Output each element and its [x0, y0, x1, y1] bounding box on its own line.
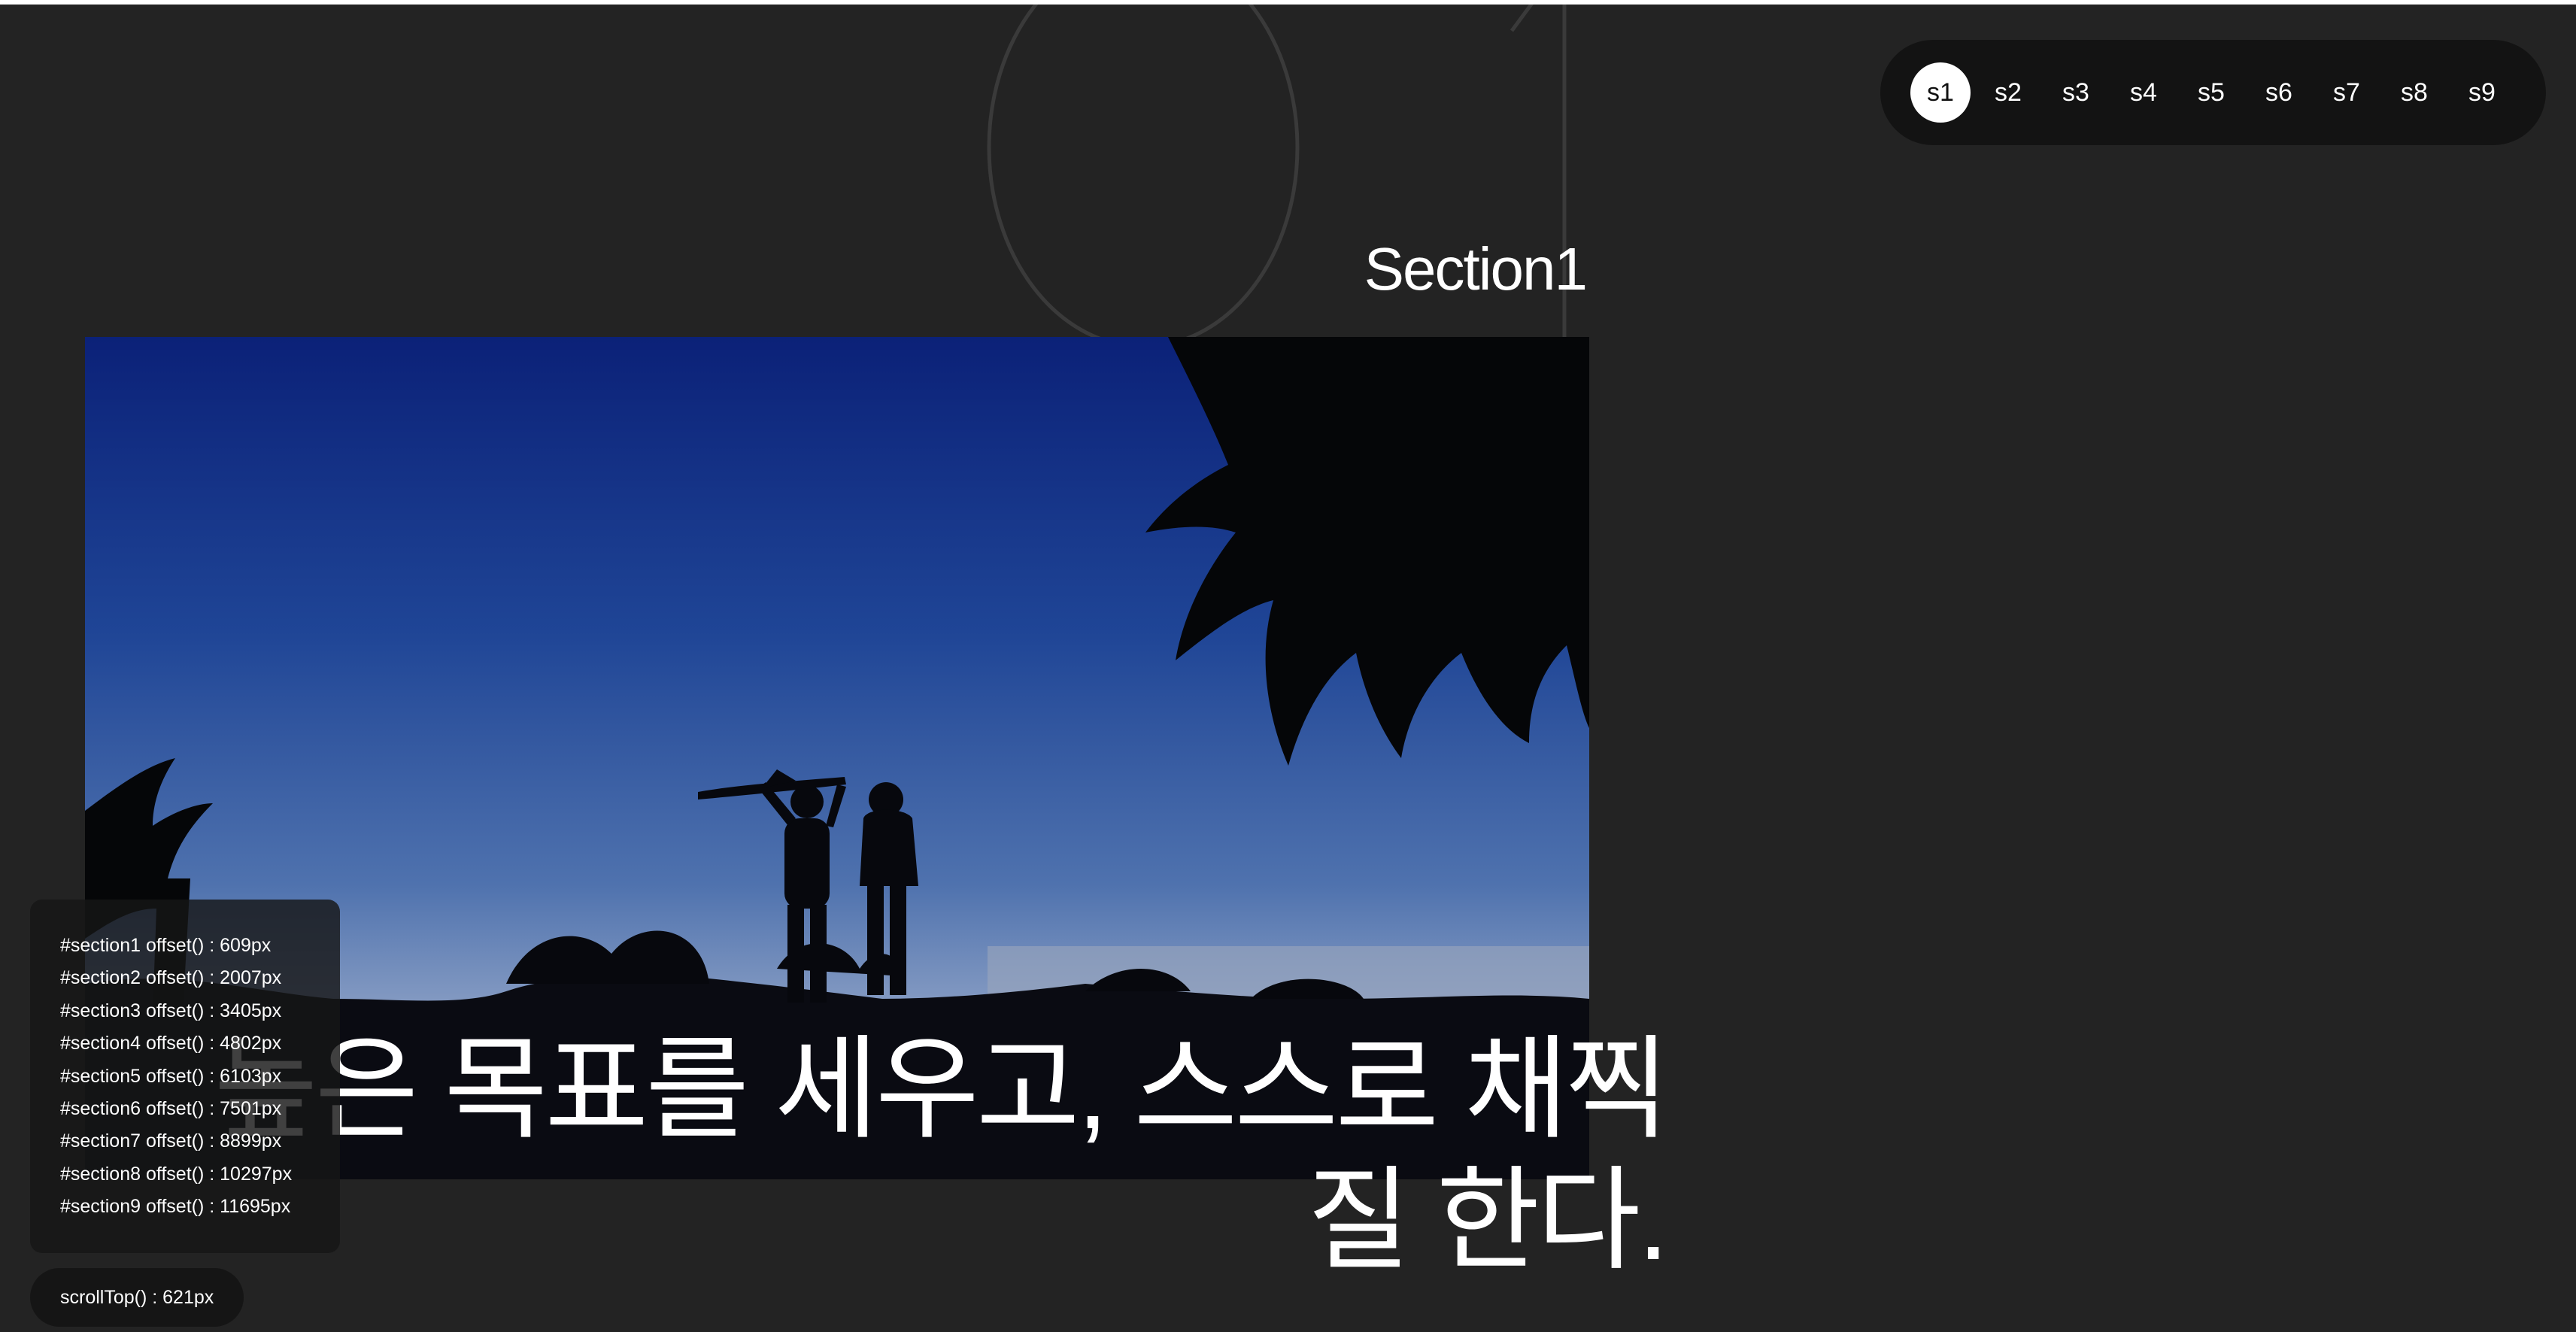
nav-item-s3[interactable]: s3 — [2046, 62, 2106, 123]
section-headline: 높은 목표를 세우고, 스스로 채찍질 한다. — [214, 1026, 1669, 1283]
offset-row-section6: #section6 offset() : 7501px — [60, 1098, 282, 1120]
offset-row-section1: #section1 offset() : 609px — [60, 935, 272, 956]
scroll-top-indicator: scrollTop() : 621px — [30, 1268, 244, 1327]
offset-info-panel: #section1 offset() : 609px #section2 off… — [30, 900, 340, 1253]
nav-item-s5[interactable]: s5 — [2181, 62, 2241, 123]
offset-row-section4: #section4 offset() : 4802px — [60, 1033, 282, 1054]
nav-item-s4[interactable]: s4 — [2113, 62, 2174, 123]
offset-row-section8: #section8 offset() : 10297px — [60, 1163, 293, 1185]
background-numeral-graphic — [987, 5, 1567, 366]
offset-row-section2: #section2 offset() : 2007px — [60, 967, 282, 989]
nav-item-s1[interactable]: s1 — [1910, 62, 1971, 123]
offset-row-section5: #section5 offset() : 6103px — [60, 1065, 282, 1087]
nav-item-s6[interactable]: s6 — [2249, 62, 2309, 123]
section-title: Section1 — [1364, 235, 1588, 302]
nav-item-s9[interactable]: s9 — [2452, 62, 2512, 123]
nav-item-s7[interactable]: s7 — [2317, 62, 2377, 123]
offset-row-section3: #section3 offset() : 3405px — [60, 1000, 282, 1021]
page: Section1 높은 목표를 세우고, 스스로 채찍질 한다. s1 s2 s… — [0, 0, 2576, 1332]
nav-item-s8[interactable]: s8 — [2384, 62, 2444, 123]
offset-row-section7: #section7 offset() : 8899px — [60, 1130, 282, 1152]
nav-item-s2[interactable]: s2 — [1978, 62, 2038, 123]
offset-row-section9: #section9 offset() : 11695px — [60, 1196, 291, 1218]
section-nav: s1 s2 s3 s4 s5 s6 s7 s8 s9 — [1880, 40, 2546, 145]
